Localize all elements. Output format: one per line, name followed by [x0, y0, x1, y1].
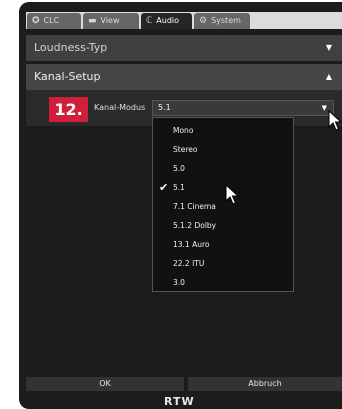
option-22-2-itu[interactable]: 22.2 ITU — [153, 254, 293, 273]
section-title: Loudness-Typ — [34, 41, 108, 54]
audio-icon: ℂ — [146, 16, 153, 26]
cancel-button[interactable]: Abbruch — [188, 377, 342, 391]
option-label: Mono — [173, 126, 194, 135]
gear-icon: ⚙ — [199, 16, 208, 26]
option-5-1[interactable]: ✔ 5.1 — [153, 178, 293, 197]
option-5-1-2-dolby[interactable]: 5.1.2 Dolby — [153, 216, 293, 235]
chevron-up-icon: ▲ — [325, 72, 332, 81]
option-label: 5.0 — [173, 164, 185, 173]
option-5-0[interactable]: 5.0 — [153, 159, 293, 178]
tab-label: System — [211, 16, 241, 25]
tab-label: Audio — [156, 16, 180, 25]
option-label: 22.2 ITU — [173, 259, 205, 268]
ok-button[interactable]: OK — [26, 377, 184, 391]
option-label: 13.1 Auro — [173, 240, 210, 249]
tab-system[interactable]: ⚙ System — [194, 13, 250, 29]
option-7-1-cinema[interactable]: 7.1 Cinema — [153, 197, 293, 216]
channel-mode-select[interactable]: 5.1 ▼ — [152, 100, 334, 116]
tab-label: CLC — [43, 16, 60, 25]
view-icon: ▬ — [88, 16, 97, 26]
channel-mode-dropdown: Mono Stereo 5.0 ✔ 5.1 7.1 Cinema 5.1.2 D… — [152, 117, 294, 292]
tab-clc[interactable]: ✪ CLC — [27, 13, 81, 29]
channel-mode-label: Kanal-Modus — [94, 103, 146, 112]
option-label: Stereo — [173, 145, 198, 154]
section-channel-setup[interactable]: Kanal-Setup ▲ — [26, 64, 342, 90]
section-title: Kanal-Setup — [34, 70, 101, 83]
checkmark-icon: ✔ — [159, 181, 169, 194]
option-label: 5.1 — [173, 183, 185, 192]
option-label: 5.1.2 Dolby — [173, 221, 217, 230]
option-13-1-auro[interactable]: 13.1 Auro — [153, 235, 293, 254]
chevron-down-icon: ▼ — [321, 104, 327, 112]
option-3-0[interactable]: 3.0 — [153, 273, 293, 292]
channel-mode-value: 5.1 — [158, 103, 171, 112]
chevron-down-icon: ▼ — [325, 43, 332, 52]
step-badge: 12. — [49, 97, 88, 122]
option-label: 7.1 Cinema — [173, 202, 216, 211]
option-stereo[interactable]: Stereo — [153, 140, 293, 159]
option-mono[interactable]: Mono — [153, 121, 293, 140]
tab-audio[interactable]: ℂ Audio — [141, 13, 192, 29]
clc-icon: ✪ — [32, 16, 40, 26]
option-label: 3.0 — [173, 278, 185, 287]
section-loudness-type[interactable]: Loudness-Typ ▼ — [26, 35, 342, 61]
mouse-cursor-icon — [225, 184, 239, 205]
tab-bar: ✪ CLC ▬ View ℂ Audio ⚙ System — [26, 12, 342, 29]
tab-label: View — [100, 16, 120, 25]
tab-view[interactable]: ▬ View — [83, 13, 139, 29]
rtw-logo: RTW — [164, 395, 195, 408]
mouse-cursor-icon — [328, 110, 342, 131]
